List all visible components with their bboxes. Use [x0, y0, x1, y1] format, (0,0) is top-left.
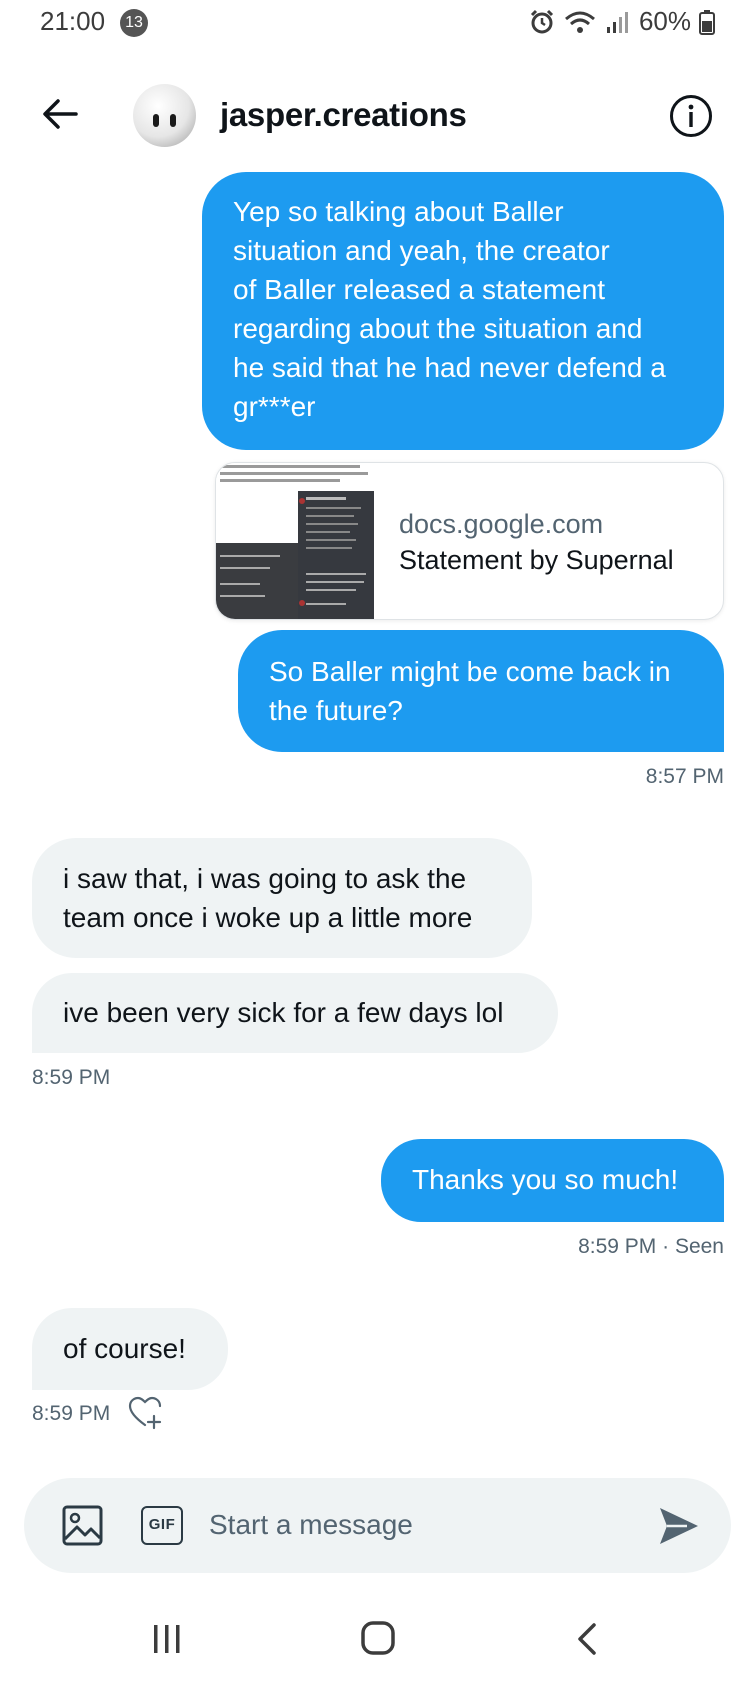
- recents-icon[interactable]: [152, 1623, 182, 1655]
- message-bubble-incoming[interactable]: ive been very sick for a few days lol: [32, 973, 558, 1053]
- battery-percent: 60%: [638, 6, 691, 36]
- message-text: Thanks you so much!: [412, 1164, 679, 1195]
- conversation-header: jasper.creations: [0, 72, 755, 162]
- add-reaction-icon[interactable]: [128, 1396, 162, 1430]
- message-timestamp-seen: 8:59 PM · Seen: [578, 1235, 724, 1258]
- link-domain: docs.google.com: [399, 509, 604, 539]
- message-text: So Baller might be come back in the futu…: [269, 656, 671, 726]
- message-timestamp: 8:57 PM: [645, 765, 724, 788]
- home-icon[interactable]: [361, 1621, 395, 1655]
- message-text: of course!: [63, 1333, 186, 1364]
- message-text: ive been very sick for a few days lol: [63, 997, 504, 1028]
- message-text: Yep so talking about Baller situation an…: [233, 196, 666, 422]
- message-bubble-outgoing[interactable]: Yep so talking about Baller situation an…: [202, 172, 724, 450]
- send-icon[interactable]: [657, 1504, 701, 1548]
- message-text: i saw that, i was going to ask the team …: [63, 863, 473, 933]
- back-arrow-icon[interactable]: [40, 94, 80, 134]
- system-nav-bar: [0, 1600, 755, 1683]
- avatar-face: [153, 114, 176, 127]
- status-icons: 60%: [529, 6, 715, 37]
- nav-back-icon[interactable]: [574, 1622, 600, 1656]
- status-bar: 21:00 13 60%: [0, 0, 755, 46]
- message-bubble-outgoing[interactable]: So Baller might be come back in the futu…: [238, 630, 724, 752]
- signal-icon: [606, 11, 628, 33]
- message-timestamp: 8:59 PM: [32, 1066, 111, 1089]
- notification-count-badge: 13: [120, 9, 148, 37]
- wifi-icon: [564, 11, 595, 33]
- image-icon[interactable]: [62, 1505, 103, 1546]
- gif-icon[interactable]: GIF: [141, 1506, 183, 1545]
- link-title: Statement by Supernal: [399, 545, 674, 575]
- info-icon[interactable]: [669, 94, 713, 138]
- message-composer: GIF: [24, 1478, 731, 1573]
- message-bubble-incoming[interactable]: of course!: [32, 1308, 228, 1390]
- alarm-icon: [530, 9, 554, 33]
- link-preview-thumbnail: [216, 463, 374, 619]
- status-time: 21:00: [40, 6, 106, 36]
- message-timestamp: 8:59 PM: [32, 1402, 111, 1425]
- avatar[interactable]: [133, 84, 196, 147]
- message-bubble-incoming[interactable]: i saw that, i was going to ask the team …: [32, 838, 532, 958]
- link-preview-card[interactable]: docs.google.com Statement by Supernal: [215, 462, 724, 620]
- message-input[interactable]: [209, 1500, 629, 1550]
- message-bubble-outgoing[interactable]: Thanks you so much!: [381, 1139, 724, 1222]
- contact-name[interactable]: jasper.creations: [220, 96, 467, 134]
- battery-icon: [699, 9, 715, 35]
